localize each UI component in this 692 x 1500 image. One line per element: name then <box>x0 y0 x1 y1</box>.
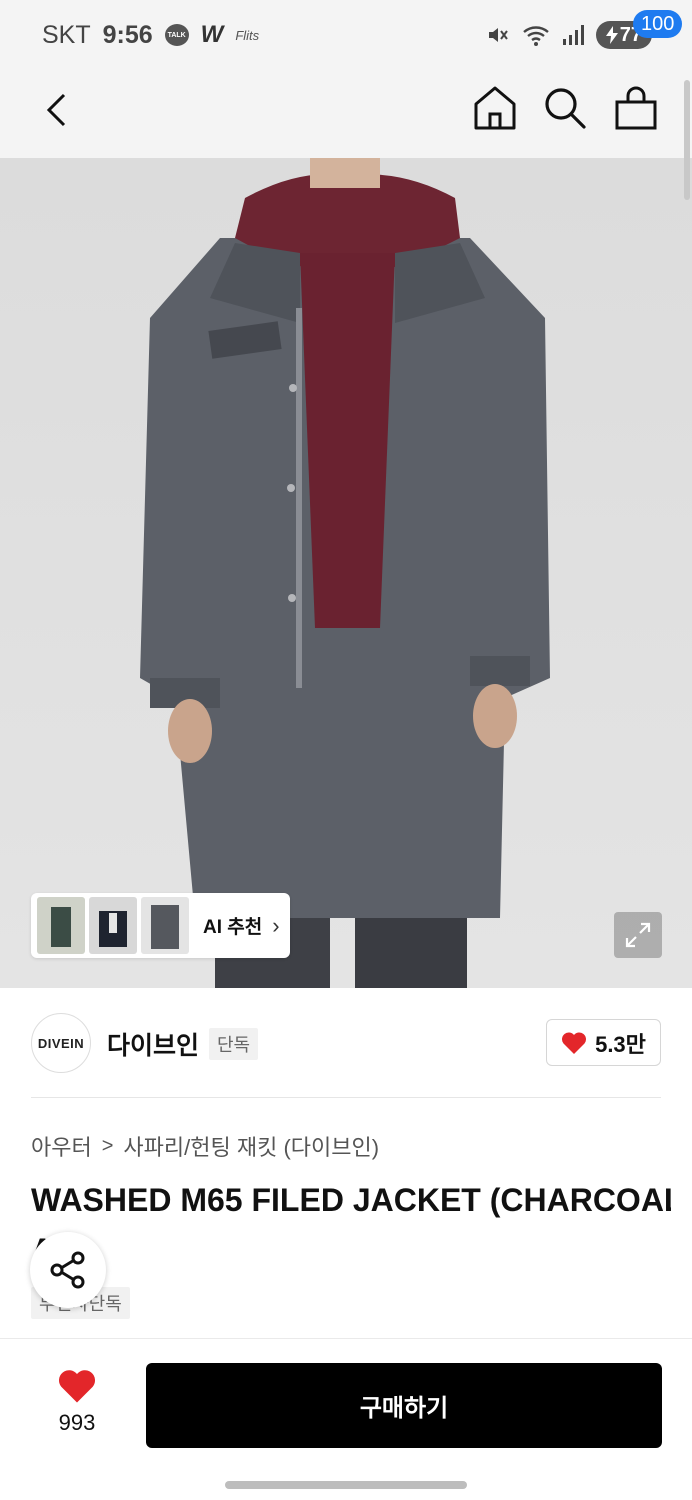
product-title: WASHED M65 FILED JACKET (CHARCOAL) <box>31 1182 671 1218</box>
brand-name[interactable]: 다이브인 <box>107 1026 199 1062</box>
recommendation-thumbnail[interactable] <box>37 897 85 954</box>
cart-icon[interactable] <box>612 86 660 134</box>
status-left: SKT 9:56 TALK W Flits <box>42 21 259 50</box>
breadcrumb: 아우터 > 사파리/헌팅 재킷 (다이브인) <box>31 1130 379 1162</box>
back-arrow-icon <box>46 93 66 127</box>
wishlist-count: 993 <box>58 1410 96 1435</box>
section-divider <box>31 1097 661 1098</box>
status-right: 77 <box>486 21 652 49</box>
wishlist-button[interactable]: 993 <box>40 1368 114 1442</box>
product-detail-screen: SKT 9:56 TALK W Flits 77 100 AI 추천 › DIV… <box>0 0 692 1500</box>
breadcrumb-category[interactable]: 아우터 <box>31 1130 92 1162</box>
wifi-icon <box>522 26 549 46</box>
mute-icon <box>488 28 508 42</box>
back-button[interactable] <box>36 88 76 132</box>
brand-like-count: 5.3만 <box>595 1031 646 1057</box>
charging-bolt-icon <box>605 26 618 44</box>
carrier-label: SKT <box>42 20 91 49</box>
app-header <box>0 70 692 158</box>
share-button[interactable] <box>30 1232 106 1308</box>
heart-icon <box>58 1370 96 1403</box>
recommendation-thumbnail[interactable] <box>141 897 189 954</box>
scrollbar[interactable] <box>684 80 690 200</box>
breadcrumb-subcategory[interactable]: 사파리/헌팅 재킷 (다이브인) <box>123 1130 379 1162</box>
product-photo <box>140 158 550 988</box>
brand-logo[interactable]: DIVEIN <box>31 1013 91 1073</box>
app-notification-icon: Flits <box>235 27 260 43</box>
chevron-right-icon: › <box>272 912 280 938</box>
expand-icon <box>625 922 651 948</box>
w-notification-icon: W <box>200 21 224 48</box>
buy-button[interactable]: 구매하기 <box>146 1363 662 1448</box>
recommendation-thumbnail[interactable] <box>89 897 137 954</box>
ai-recommendation-label: AI 추천 <box>203 917 263 938</box>
heart-icon <box>562 1031 587 1054</box>
clock: 9:56 <box>102 20 153 49</box>
breadcrumb-separator: > <box>101 1134 114 1157</box>
search-icon[interactable] <box>541 84 589 132</box>
share-icon <box>50 1251 85 1289</box>
cart-count-badge: 100 <box>633 10 683 38</box>
ai-recommendation-bar[interactable]: AI 추천 › <box>31 893 290 958</box>
home-icon[interactable] <box>472 84 518 132</box>
status-bar: SKT 9:56 TALK W Flits 77 <box>0 0 692 70</box>
product-image[interactable] <box>0 158 692 988</box>
expand-image-button[interactable] <box>614 912 662 958</box>
brand-like-button[interactable]: 5.3만 <box>546 1019 661 1066</box>
signal-icon <box>562 25 584 45</box>
exclusive-badge: 단독 <box>209 1028 259 1060</box>
home-indicator[interactable] <box>225 1481 467 1489</box>
talk-notification-icon: TALK <box>164 24 189 46</box>
